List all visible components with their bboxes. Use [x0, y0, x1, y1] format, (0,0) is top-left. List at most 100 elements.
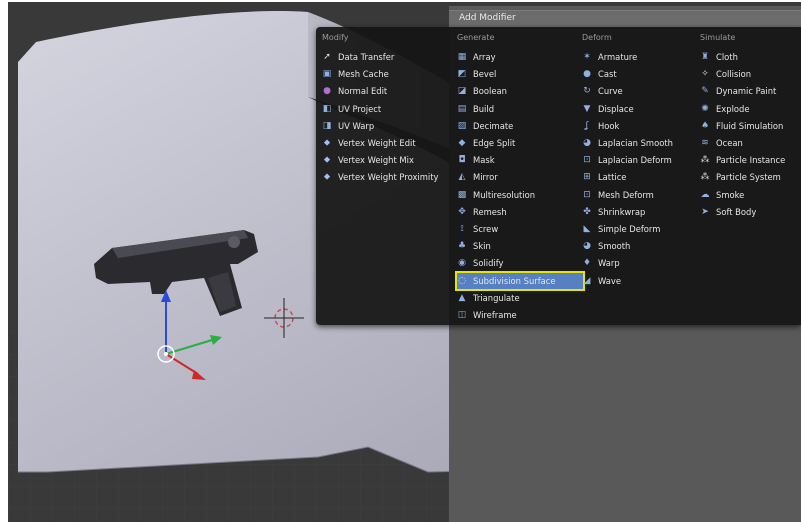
wireframe-icon: ◫: [457, 310, 467, 320]
menu-item-label: Vertex Weight Mix: [338, 155, 414, 166]
menu-item-triangulate[interactable]: ▲ Triangulate: [457, 290, 583, 306]
menu-item-smoke[interactable]: ☁ Smoke: [700, 187, 801, 203]
menu-item-vertex-weight-proximity[interactable]: ⬥ Vertex Weight Proximity: [322, 169, 439, 185]
menu-title: Add Modifier: [459, 13, 516, 23]
menu-item-particle-system[interactable]: ⁂ Particle System: [700, 169, 801, 185]
menu-item-label: Skin: [473, 241, 491, 252]
menu-item-label: Shrinkwrap: [598, 206, 646, 217]
menu-item-label: Laplacian Deform: [598, 155, 672, 166]
menu-item-wave[interactable]: ◢ Wave: [582, 273, 694, 289]
laplacian-smooth-icon: ◕: [583, 138, 591, 148]
uv-warp-icon: ◨: [322, 120, 332, 131]
menu-item-cast[interactable]: ● Cast: [582, 66, 694, 82]
curve-icon: ↻: [583, 86, 591, 97]
menu-item-mesh-cache[interactable]: ▣ Mesh Cache: [322, 66, 434, 82]
menu-item-decimate[interactable]: ▨ Decimate: [457, 118, 583, 134]
menu-item-fluid-simulation[interactable]: ♠ Fluid Simulation: [700, 118, 801, 134]
laplacian-deform-icon: ⊡: [583, 155, 591, 166]
menu-item-label: Mesh Deform: [598, 189, 654, 200]
menu-item-soft-body[interactable]: ➤ Soft Body: [700, 204, 801, 220]
menu-item-hook[interactable]: ʆ Hook: [582, 118, 694, 134]
menu-item-label: Fluid Simulation: [716, 120, 784, 131]
normal-edit-icon: ●: [323, 86, 331, 97]
menu-item-label: Curve: [598, 86, 623, 97]
vertex-weight-proximity-icon: ⬥: [323, 172, 331, 183]
menu-item-subdivision-surface[interactable]: ◌ Subdivision Surface: [455, 270, 585, 291]
smoke-icon: ☁: [700, 189, 710, 200]
menu-item-label: Triangulate: [473, 292, 520, 303]
simple-deform-icon: ◣: [583, 224, 591, 234]
menu-item-shrinkwrap[interactable]: ✤ Shrinkwrap: [582, 204, 694, 220]
displace-icon: ▼: [583, 103, 591, 114]
dynamic-paint-icon: ✎: [701, 86, 709, 97]
menu-item-mask[interactable]: ◘ Mask: [457, 152, 583, 168]
menu-item-label: Bevel: [473, 69, 497, 80]
lattice-icon: ⊞: [583, 172, 591, 183]
particle-system-icon: ⁂: [700, 172, 710, 183]
menu-item-explode[interactable]: ✺ Explode: [700, 101, 801, 117]
menu-item-label: Edge Split: [473, 138, 516, 148]
menu-item-array[interactable]: ▦ Array: [457, 49, 583, 65]
menu-item-label: Explode: [716, 103, 750, 114]
menu-item-cloth[interactable]: ♜ Cloth: [700, 49, 801, 65]
menu-item-curve[interactable]: ↻ Curve: [582, 83, 694, 99]
menu-title-bar: Add Modifier: [449, 10, 801, 27]
build-icon: ▤: [457, 103, 467, 114]
menu-item-label: Dynamic Paint: [716, 86, 777, 97]
menu-item-boolean[interactable]: ◪ Boolean: [457, 83, 583, 99]
hook-icon: ʆ: [585, 120, 589, 131]
menu-item-label: Decimate: [473, 120, 514, 131]
menu-item-vertex-weight-edit[interactable]: ⬥ Vertex Weight Edit: [322, 135, 434, 151]
menu-item-mirror[interactable]: ◭ Mirror: [457, 169, 583, 185]
wave-icon: ◢: [583, 275, 591, 286]
menu-item-label: Warp: [598, 258, 620, 269]
menu-item-build[interactable]: ▤ Build: [457, 101, 583, 117]
smooth-icon: ◕: [583, 241, 591, 252]
menu-item-label: Screw: [473, 224, 499, 234]
menu-item-warp[interactable]: ♦ Warp: [582, 255, 694, 271]
menu-item-label: Boolean: [473, 86, 507, 97]
menu-item-armature[interactable]: ✶ Armature: [582, 49, 694, 65]
bevel-icon: ◩: [457, 69, 467, 80]
menu-item-label: Particle Instance: [716, 155, 786, 166]
mesh-deform-icon: ⊡: [583, 189, 591, 200]
menu-item-mesh-deform[interactable]: ⊡ Mesh Deform: [582, 187, 694, 203]
menu-item-simple-deform[interactable]: ◣ Simple Deform: [582, 221, 694, 237]
menu-item-wireframe[interactable]: ◫ Wireframe: [457, 307, 583, 323]
menu-item-vertex-weight-mix[interactable]: ⬥ Vertex Weight Mix: [322, 152, 434, 168]
menu-item-remesh[interactable]: ✥ Remesh: [457, 204, 583, 220]
menu-item-label: Soft Body: [716, 206, 757, 217]
mirror-icon: ◭: [458, 172, 466, 183]
menu-item-smooth[interactable]: ◕ Smooth: [582, 238, 694, 254]
menu-item-particle-instance[interactable]: ⁂ Particle Instance: [700, 152, 801, 168]
menu-item-data-transfer[interactable]: ➚ Data Transfer: [322, 49, 434, 65]
shrinkwrap-icon: ✤: [583, 206, 591, 217]
menu-item-skin[interactable]: ♣ Skin: [457, 238, 583, 254]
menu-item-lattice[interactable]: ⊞ Lattice: [582, 169, 694, 185]
armature-icon: ✶: [583, 52, 591, 62]
collision-icon: ✧: [701, 69, 709, 80]
menu-item-label: Lattice: [598, 172, 627, 183]
menu-item-multiresolution[interactable]: ▩ Multiresolution: [457, 187, 583, 203]
menu-item-screw[interactable]: ⟟ Screw: [457, 221, 583, 237]
column-heading: Generate: [457, 33, 495, 42]
menu-item-edge-split[interactable]: ◆ Edge Split: [457, 135, 583, 151]
menu-item-label: UV Warp: [338, 120, 375, 131]
menu-item-bevel[interactable]: ◩ Bevel: [457, 66, 583, 82]
skin-icon: ♣: [457, 241, 467, 252]
menu-item-laplacian-deform[interactable]: ⊡ Laplacian Deform: [582, 152, 694, 168]
menu-item-solidify[interactable]: ◉ Solidify: [457, 255, 583, 271]
menu-item-ocean[interactable]: ≋ Ocean: [700, 135, 801, 151]
menu-item-normal-edit[interactable]: ● Normal Edit: [322, 83, 434, 99]
menu-item-collision[interactable]: ✧ Collision: [700, 66, 801, 82]
menu-item-laplacian-smooth[interactable]: ◕ Laplacian Smooth: [582, 135, 694, 151]
menu-item-displace[interactable]: ▼ Displace: [582, 101, 694, 117]
menu-item-label: Mask: [473, 155, 495, 166]
cloth-icon: ♜: [700, 52, 710, 62]
menu-item-dynamic-paint[interactable]: ✎ Dynamic Paint: [700, 83, 801, 99]
menu-item-label: Simple Deform: [598, 224, 661, 234]
subdivision-surface-icon: ◌: [458, 275, 466, 286]
menu-item-uv-project[interactable]: ◧ UV Project: [322, 101, 434, 117]
menu-item-label: Hook: [598, 120, 620, 131]
menu-item-uv-warp[interactable]: ◨ UV Warp: [322, 118, 434, 134]
